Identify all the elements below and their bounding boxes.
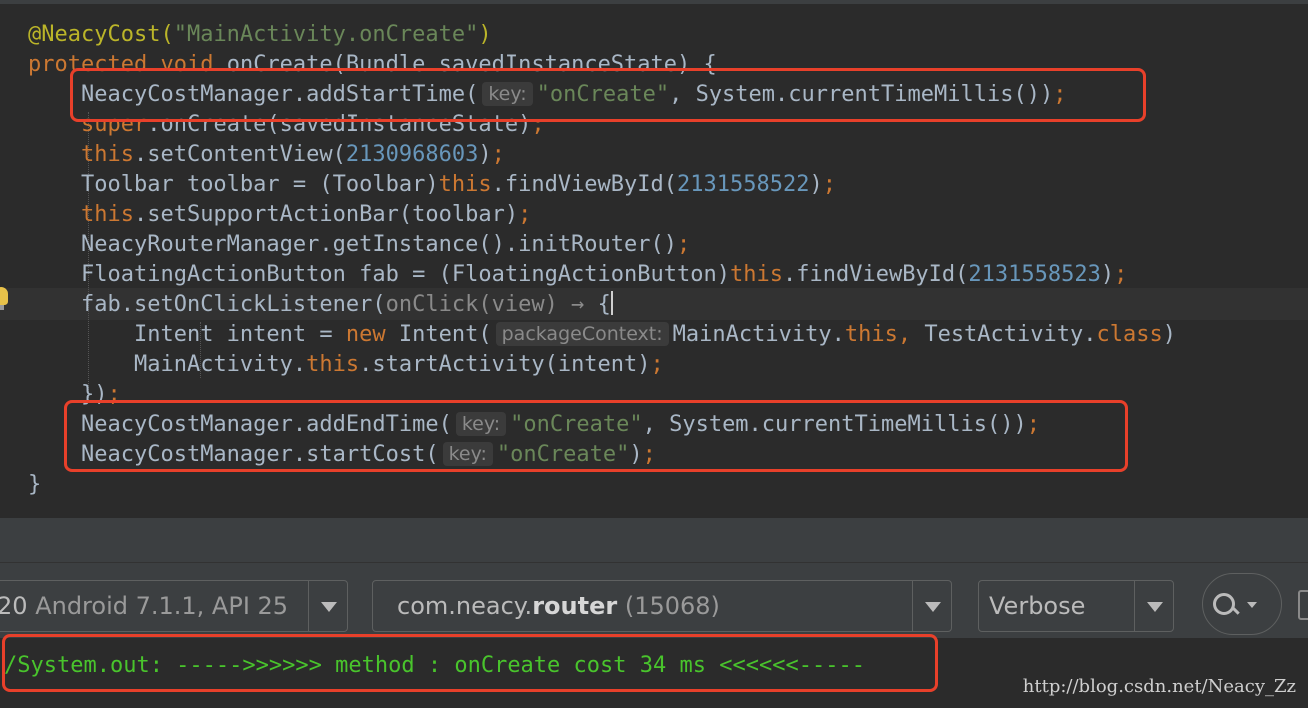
editor-top-border — [0, 0, 1308, 4]
text-cursor — [610, 291, 613, 315]
number-literal: 2130968603 — [345, 142, 479, 167]
process-pid: (15068) — [624, 592, 720, 620]
log-level-select[interactable]: Verbose — [978, 580, 1174, 632]
chevron-down-icon — [1247, 602, 1257, 608]
highlight-box-log — [2, 634, 938, 692]
code-text: Toolbar toolbar = (Toolbar) — [80, 172, 439, 197]
code-line-6: Toolbar toolbar = (Toolbar)this.findView… — [28, 170, 836, 200]
highlight-box-start-time — [70, 68, 1146, 122]
code-text: ) — [1100, 262, 1115, 287]
code-text: TestActivity. — [911, 322, 1097, 347]
param-hint: packageContext: — [495, 322, 669, 346]
process-package-prefix: com.neacy. — [397, 592, 533, 620]
code-text: ) — [478, 142, 492, 167]
code-line-11: Intent intent = new Intent(packageContex… — [28, 320, 1176, 350]
code-text: { — [597, 292, 611, 317]
code-editor[interactable]: @NeacyCost("MainActivity.onCreate") prot… — [0, 0, 1308, 518]
device-prefix: 20 — [0, 592, 28, 620]
code-line-7: this.setSupportActionBar(toolbar); — [28, 200, 531, 230]
keyword: this — [80, 142, 134, 167]
annotation-token: ) — [478, 22, 492, 47]
code-line-5: this.setContentView(2130968603); — [28, 140, 505, 170]
number-literal: 2131558522 — [677, 172, 810, 197]
comma: , — [897, 322, 912, 347]
code-text: .startActivity(intent) — [359, 352, 651, 377]
logcat-toolbar: 20 Android 7.1.1, API 25 com.neacy.route… — [0, 562, 1308, 639]
code-line-10: fab.setOnClickListener(onClick(view) → { — [28, 290, 613, 320]
keyword: new — [345, 322, 386, 347]
code-text: .setSupportActionBar(toolbar) — [133, 202, 519, 227]
code-text: Intent intent = — [133, 322, 346, 347]
code-line-8: NeacyRouterManager.getInstance().initRou… — [28, 230, 690, 260]
code-text: .findViewById( — [782, 262, 969, 287]
annotation-token: @NeacyCost( — [28, 22, 174, 47]
code-text: ) — [1162, 322, 1176, 347]
code-line-1: @NeacyCost("MainActivity.onCreate") — [28, 20, 492, 50]
code-text: MainActivity. — [133, 352, 307, 377]
semicolon: ; — [518, 202, 532, 227]
code-text: NeacyRouterManager.getInstance().initRou… — [80, 232, 678, 257]
folded-lambda[interactable]: onClick(view) → — [386, 292, 585, 317]
search-filter-button[interactable] — [1202, 573, 1282, 635]
keyword: this — [80, 202, 134, 227]
search-icon — [1213, 593, 1235, 615]
process-package-name: router — [532, 592, 618, 620]
chevron-down-icon[interactable] — [308, 581, 347, 631]
device-select[interactable]: 20 Android 7.1.1, API 25 — [0, 580, 348, 632]
chevron-down-icon[interactable] — [912, 581, 951, 631]
search-icon-handle — [1231, 606, 1240, 615]
highlight-box-end-time — [64, 400, 1128, 472]
string-literal: "MainActivity.onCreate" — [173, 22, 479, 47]
code-text: Intent( — [385, 322, 492, 347]
code-line-9: FloatingActionButton fab = (FloatingActi… — [28, 260, 1127, 290]
code-text: MainActivity. — [672, 322, 845, 347]
code-text: } — [28, 472, 42, 497]
keyword: this — [438, 172, 492, 197]
process-select[interactable]: com.neacy.router (15068) — [372, 580, 952, 632]
chevron-down-icon[interactable] — [1134, 581, 1173, 631]
lightbulb-icon[interactable] — [0, 287, 8, 310]
semicolon: ; — [1114, 262, 1128, 287]
panel-divider[interactable] — [0, 518, 1308, 562]
device-label: Android 7.1.1, API 25 — [35, 592, 289, 620]
code-text: fab.setOnClickListener( — [80, 292, 386, 317]
semicolon: ; — [822, 172, 836, 197]
watermark: http://blog.csdn.net/Neacy_Zz — [1022, 676, 1296, 697]
semicolon: ; — [650, 352, 664, 377]
keyword: this — [844, 322, 898, 347]
code-text: FloatingActionButton fab = (FloatingActi… — [80, 262, 730, 287]
code-text: .setContentView( — [133, 142, 346, 167]
log-level-value: Verbose — [989, 592, 1086, 620]
keyword: this — [730, 262, 783, 287]
code-line-12: MainActivity.this.startActivity(intent); — [28, 350, 664, 380]
code-line-16: } — [28, 470, 41, 500]
semicolon: ; — [491, 142, 505, 167]
keyword: class — [1096, 322, 1163, 347]
toolbar-edge-button[interactable] — [1298, 590, 1308, 620]
semicolon: ; — [677, 232, 691, 257]
keyword: this — [306, 352, 360, 377]
code-text: ) — [809, 172, 823, 197]
code-text: .findViewById( — [491, 172, 678, 197]
number-literal: 2131558523 — [968, 262, 1101, 287]
